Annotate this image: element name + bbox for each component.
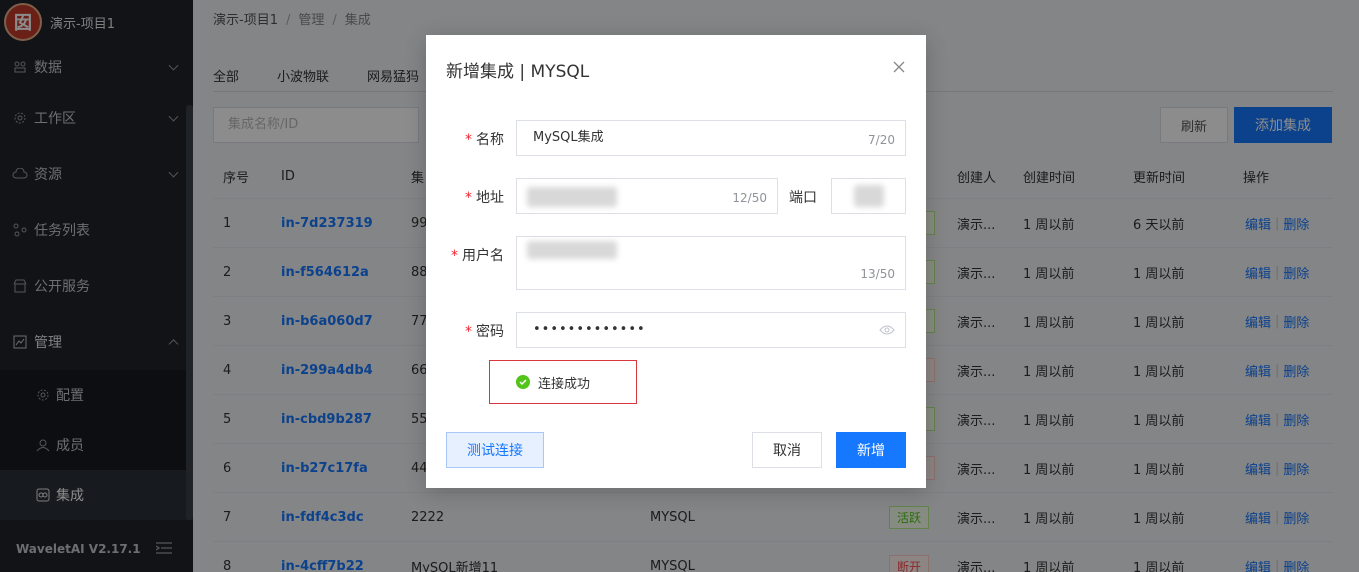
host-input[interactable]: 12/50 — [516, 178, 778, 214]
dialog-title: 新增集成 | MYSQL — [446, 62, 590, 82]
check-circle-icon — [516, 375, 530, 389]
test-connection-button[interactable]: 测试连接 — [446, 432, 544, 468]
add-integration-dialog: 新增集成 | MYSQL * 名称 MySQL集成 7/20 * 地址 12/50 … — [426, 35, 926, 488]
name-label: * 名称 — [465, 132, 504, 148]
redacted-username — [527, 241, 617, 259]
close-icon[interactable] — [892, 60, 906, 74]
form-row-username: * 用户名 13/50 — [426, 236, 926, 290]
username-char-count: 13/50 — [860, 267, 895, 281]
password-input[interactable]: ••••••••••••• — [516, 312, 906, 348]
username-textarea[interactable]: 13/50 — [516, 236, 906, 290]
name-char-count: 7/20 — [868, 133, 895, 147]
app-window: 囡 演示-项目1 数据 工作区 资源 任务列表 公开服务 管理 配置 成员 集成… — [0, 0, 1359, 572]
port-input[interactable] — [831, 178, 906, 214]
eye-icon[interactable] — [879, 324, 895, 336]
name-value: MySQL集成 — [533, 130, 604, 145]
form-row-password: * 密码 ••••••••••••• — [426, 312, 926, 348]
form-row-name: * 名称 MySQL集成 7/20 — [426, 120, 926, 156]
name-input[interactable]: MySQL集成 7/20 — [516, 120, 906, 156]
host-label: * 地址 — [465, 190, 504, 206]
redacted-host — [527, 187, 617, 207]
password-value: ••••••••••••• — [533, 322, 646, 337]
host-char-count: 12/50 — [732, 191, 767, 205]
create-button[interactable]: 新增 — [836, 432, 906, 468]
password-label: * 密码 — [465, 324, 504, 340]
connection-success-text: 连接成功 — [538, 376, 591, 392]
form-row-host: * 地址 12/50 端口 — [426, 178, 926, 214]
connection-status: 连接成功 — [489, 360, 637, 404]
cancel-button[interactable]: 取消 — [752, 432, 822, 468]
username-label: * 用户名 — [451, 248, 504, 264]
port-label: 端口 — [789, 190, 817, 206]
redacted-port — [854, 185, 884, 207]
